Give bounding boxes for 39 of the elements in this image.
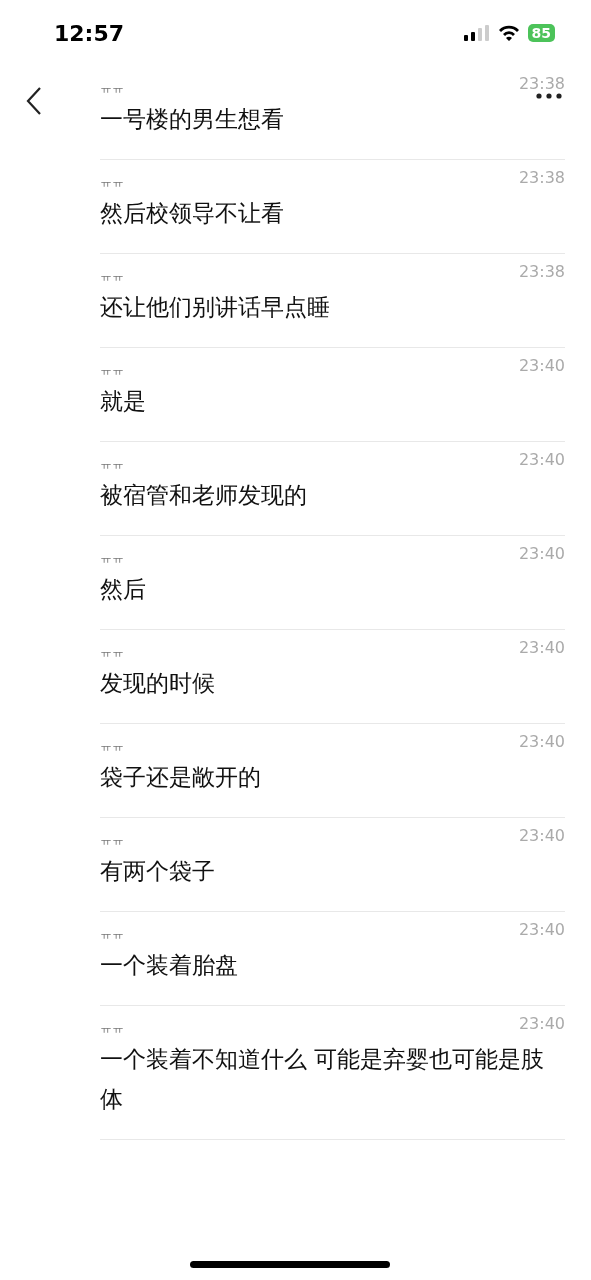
message-text: 发现的时候 [100,669,216,698]
battery-level: 85 [527,24,555,42]
message-time: 23:40 [518,920,565,939]
message-text: 一个装着不知道什么 可能是弃婴也可能是肢体 [100,1045,546,1114]
sender-name: ㅠㅠ [100,926,124,943]
message-time: 23:38 [518,74,565,93]
sender-name: ㅠㅠ [100,362,124,379]
message-text: 一个装着胎盘 [100,951,239,980]
message-time: 23:40 [518,1014,565,1033]
more-icon [536,93,562,99]
sender-name: ㅠㅠ [100,644,124,661]
message-time: 23:40 [518,356,565,375]
sender-name: ㅠㅠ [100,268,124,285]
message-time: 23:40 [518,544,565,563]
message-text: 袋子还是敞开的 [100,763,262,792]
message-text: 被宿管和老师发现的 [100,481,308,510]
sender-name: ㅠㅠ [100,174,124,191]
back-icon [26,86,42,116]
message-time: 23:40 [518,826,565,845]
status-time: 12:57 [54,20,125,46]
message-time: 23:40 [518,732,565,751]
message-text: 有两个袋子 [100,857,216,886]
message-text: 然后 [100,575,147,604]
message-text: 一号楼的男生想看 [100,105,285,134]
message-time: 23:38 [518,168,565,187]
sender-name: ㅠㅠ [100,832,124,849]
message-time: 23:38 [518,262,565,281]
signal-icon [463,25,490,41]
message-text: 还让他们别讲话早点睡 [100,293,331,322]
sender-name: ㅠㅠ [100,80,124,97]
sender-name: ㅠㅠ [100,1020,124,1037]
message-time: 23:40 [518,450,565,469]
sender-name: ㅠㅠ [100,550,124,567]
sender-name: ㅠㅠ [100,456,124,473]
message-text: 然后校领导不让看 [100,199,285,228]
sender-name: ㅠㅠ [100,738,124,755]
wifi-icon [497,25,520,41]
message-time: 23:40 [518,638,565,657]
message-text: 就是 [100,387,147,416]
